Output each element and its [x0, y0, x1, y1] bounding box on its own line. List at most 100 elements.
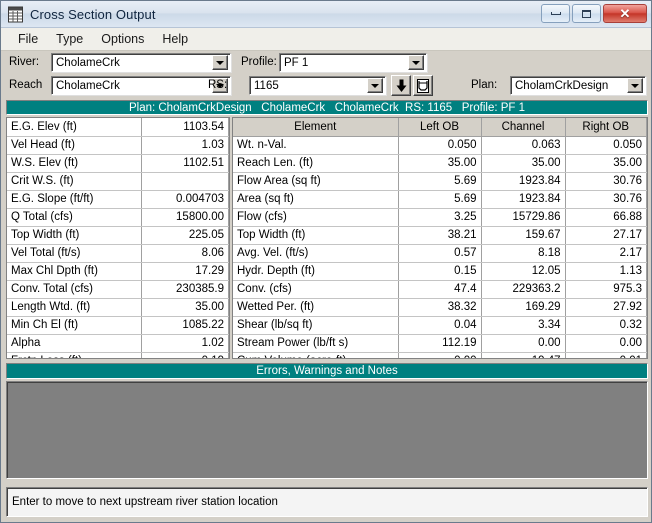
- element-column-header[interactable]: Channel: [481, 118, 566, 137]
- table-row[interactable]: E.G. Elev (ft) 1103.54: [7, 118, 229, 137]
- element-left-ob-value: 0.00: [398, 352, 482, 358]
- table-row[interactable]: E.G. Slope (ft/ft) 0.004703: [7, 190, 229, 209]
- table-row[interactable]: Alpha 1.02: [7, 334, 229, 353]
- table-row[interactable]: Shear (lb/sq ft) 0.04 3.34 0.32: [233, 316, 647, 335]
- element-channel-value: 1923.84: [481, 190, 566, 209]
- summary-row-value: 8.06: [141, 244, 229, 263]
- table-row[interactable]: Conv. (cfs) 47.4 229363.2 975.3: [233, 280, 647, 299]
- element-row-label: Avg. Vel. (ft/s): [233, 244, 399, 263]
- table-row[interactable]: Wt. n-Val. 0.050 0.063 0.050: [233, 136, 647, 155]
- table-row[interactable]: Max Chl Dpth (ft) 17.29: [7, 262, 229, 281]
- summary-row-label: E.G. Slope (ft/ft): [7, 190, 142, 209]
- element-row-label: Reach Len. (ft): [233, 154, 399, 173]
- element-right-ob-value: 0.01: [565, 352, 647, 358]
- rs-dropdown[interactable]: 1165: [249, 76, 386, 95]
- reach-dropdown[interactable]: CholameCrk: [51, 76, 231, 95]
- minimize-button[interactable]: [541, 4, 570, 23]
- element-channel-value: 19.47: [481, 352, 566, 358]
- profile-value: PF 1: [284, 56, 309, 69]
- plan-value: CholamCrkDesign: [515, 79, 609, 92]
- menu-item-type[interactable]: Type: [47, 30, 92, 48]
- element-left-ob-value: 112.19: [398, 334, 482, 353]
- table-row[interactable]: Hydr. Depth (ft) 0.15 12.05 1.13: [233, 262, 647, 281]
- table-row[interactable]: Conv. Total (cfs) 230385.9: [7, 280, 229, 299]
- element-left-ob-value: 47.4: [398, 280, 482, 299]
- cross-section-plot-button[interactable]: [413, 75, 433, 96]
- summary-table: E.G. Elev (ft) 1103.54 Vel Head (ft) 1.03 W.…: [6, 117, 230, 359]
- element-right-ob-value: 0.32: [565, 316, 647, 335]
- chevron-down-icon[interactable]: [627, 78, 643, 93]
- element-right-ob-value: 975.3: [565, 280, 647, 299]
- element-right-ob-value: 1.13: [565, 262, 647, 281]
- element-right-ob-value: 27.17: [565, 226, 647, 245]
- element-column-header[interactable]: Left OB: [398, 118, 482, 137]
- element-row-label: Hydr. Depth (ft): [233, 262, 399, 281]
- summary-row-label: Top Width (ft): [7, 226, 142, 245]
- element-channel-value: 8.18: [481, 244, 566, 263]
- table-row[interactable]: Stream Power (lb/ft s) 112.19 0.00 0.00: [233, 334, 647, 353]
- table-row[interactable]: Frctn Loss (ft)0.19: [7, 352, 229, 358]
- element-row-label: Flow Area (sq ft): [233, 172, 399, 191]
- close-icon: ✕: [619, 6, 631, 21]
- selector-panel: River: CholameCrk Reach CholameCrk Profi…: [1, 51, 651, 99]
- table-row[interactable]: Vel Total (ft/s) 8.06: [7, 244, 229, 263]
- table-row[interactable]: Top Width (ft) 38.21 159.67 27.17: [233, 226, 647, 245]
- element-channel-value: 1923.84: [481, 172, 566, 191]
- menu-item-options[interactable]: Options: [92, 30, 153, 48]
- element-left-ob-value: 0.04: [398, 316, 482, 335]
- summary-row-label: Alpha: [7, 334, 142, 353]
- notes-panel[interactable]: [6, 381, 648, 479]
- element-column-header[interactable]: Right OB: [565, 118, 647, 137]
- table-row[interactable]: Avg. Vel. (ft/s) 0.57 8.18 2.17: [233, 244, 647, 263]
- table-row[interactable]: Area (sq ft) 5.69 1923.84 30.76: [233, 190, 647, 209]
- plan-dropdown[interactable]: CholamCrkDesign: [510, 76, 646, 95]
- table-row[interactable]: Vel Head (ft) 1.03: [7, 136, 229, 155]
- element-row-label: Shear (lb/sq ft): [233, 316, 399, 335]
- summary-row-label: Q Total (cfs): [7, 208, 142, 227]
- element-left-ob-value: 35.00: [398, 154, 482, 173]
- summary-row-value: 1.02: [141, 334, 229, 353]
- window-title: Cross Section Output: [30, 6, 156, 22]
- maximize-icon: [582, 9, 591, 18]
- status-bar: Enter to move to next upstream river sta…: [6, 487, 648, 517]
- table-row[interactable]: Crit W.S. (ft): [7, 172, 229, 191]
- grid-table-icon: [8, 6, 23, 22]
- maximize-button[interactable]: [572, 4, 601, 23]
- rs-label: RS:: [208, 79, 228, 91]
- summary-row-label: E.G. Elev (ft): [7, 118, 142, 137]
- table-row[interactable]: Wetted Per. (ft) 38.32 169.29 27.92: [233, 298, 647, 317]
- element-table-body: Wt. n-Val. 0.050 0.063 0.050 Reach Len. (ft)…: [233, 136, 647, 358]
- chevron-down-icon[interactable]: [212, 55, 228, 70]
- cross-section-output-window: Cross Section Output ✕ File Type Options…: [0, 0, 652, 523]
- menu-item-help[interactable]: Help: [153, 30, 197, 48]
- table-row[interactable]: Q Total (cfs) 15800.00: [7, 208, 229, 227]
- element-row-label: Wetted Per. (ft): [233, 298, 399, 317]
- element-channel-value: 169.29: [481, 298, 566, 317]
- table-row[interactable]: Reach Len. (ft) 35.00 35.00 35.00: [233, 154, 647, 173]
- notes-header: Errors, Warnings and Notes: [6, 363, 648, 379]
- table-row[interactable]: Flow (cfs) 3.25 15729.86 66.88: [233, 208, 647, 227]
- table-row[interactable]: Cum Volume (acre-ft)0.0019.470.01: [233, 352, 647, 358]
- table-row[interactable]: Length Wtd. (ft) 35.00: [7, 298, 229, 317]
- menu-item-file[interactable]: File: [9, 30, 47, 48]
- summary-row-label: W.S. Elev (ft): [7, 154, 142, 173]
- element-channel-value: 35.00: [481, 154, 566, 173]
- element-right-ob-value: 35.00: [565, 154, 647, 173]
- chevron-down-icon[interactable]: [367, 78, 383, 93]
- close-button[interactable]: ✕: [603, 4, 647, 23]
- element-channel-value: 15729.86: [481, 208, 566, 227]
- river-dropdown[interactable]: CholameCrk: [51, 53, 231, 72]
- element-column-header[interactable]: Element: [233, 118, 399, 137]
- rs-value: 1165: [254, 79, 279, 92]
- element-left-ob-value: 0.57: [398, 244, 482, 263]
- table-row[interactable]: Top Width (ft) 225.05: [7, 226, 229, 245]
- next-river-station-button[interactable]: [391, 75, 411, 96]
- table-row[interactable]: W.S. Elev (ft) 1102.51: [7, 154, 229, 173]
- table-row[interactable]: Flow Area (sq ft) 5.69 1923.84 30.76: [233, 172, 647, 191]
- chevron-down-icon[interactable]: [408, 55, 424, 70]
- table-row[interactable]: Min Ch El (ft) 1085.22: [7, 316, 229, 335]
- river-value: CholameCrk: [56, 56, 120, 69]
- down-arrow-icon: [396, 79, 406, 92]
- minimize-icon: [550, 12, 561, 15]
- profile-dropdown[interactable]: PF 1: [279, 53, 427, 72]
